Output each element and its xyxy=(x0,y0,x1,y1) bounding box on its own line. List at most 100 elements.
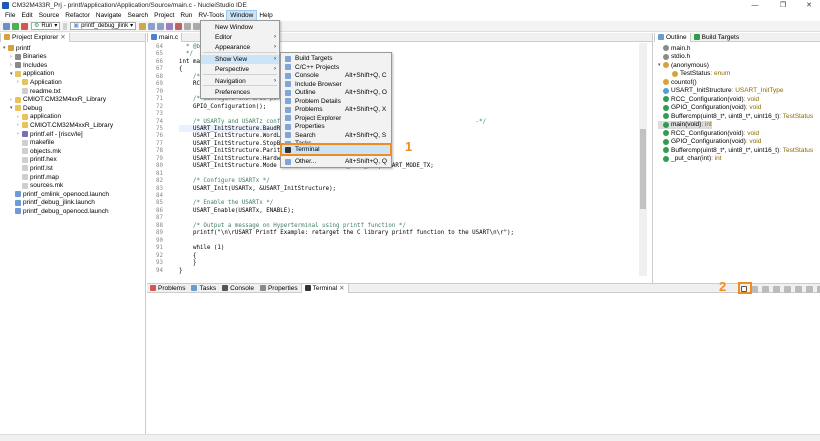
window-menu-item[interactable]: Show View › xyxy=(201,55,279,64)
code-line: GPIO_Configuration(); xyxy=(179,103,267,110)
run-mode-select[interactable]: ⚙ Run ▾ xyxy=(31,22,61,30)
tree-item[interactable]: makefile xyxy=(17,139,54,147)
tab-problems[interactable]: Problems xyxy=(147,284,188,293)
menu-source[interactable]: Source xyxy=(36,11,63,21)
tab-build-targets[interactable]: Build Targets xyxy=(691,33,742,42)
menu-separator xyxy=(203,85,277,86)
menu-navigate[interactable]: Navigate xyxy=(93,11,125,21)
outline-item[interactable]: TestStatus : enum xyxy=(667,70,730,78)
menu-file[interactable]: File xyxy=(2,11,18,21)
file-icon xyxy=(22,122,28,129)
tree-item[interactable]: printf.lst xyxy=(17,164,53,172)
outline-item[interactable]: main(void) : int xyxy=(658,120,712,129)
tab-terminal[interactable]: Terminal ✕ xyxy=(300,283,349,293)
file-icon xyxy=(15,191,21,198)
tree-item[interactable]: printf_cmlink_openocd.launch xyxy=(10,190,109,198)
outline-item[interactable]: USART_InitStructure : USART_InitType xyxy=(658,87,783,95)
menu-edit[interactable]: Edit xyxy=(18,11,35,21)
editor-scrollbar[interactable] xyxy=(639,43,647,276)
tab-outline[interactable]: Outline xyxy=(654,32,691,42)
symbol-icon xyxy=(663,45,669,51)
separator-icon xyxy=(63,22,68,30)
tree-item[interactable]: printf.hex xyxy=(17,156,57,164)
tree-item[interactable]: › CMIOT.CM32M4xxR_Library xyxy=(17,121,113,129)
window-menu-item[interactable]: Editor › xyxy=(201,33,279,42)
scrollbar-thumb[interactable] xyxy=(640,129,646,209)
new-icon[interactable] xyxy=(139,22,147,30)
outline-item[interactable]: RCC_Configuration(void) : void xyxy=(658,95,759,103)
outline-item[interactable]: Buffercmp(uint8_t*, uint8_t*, uint16_t) … xyxy=(658,112,813,120)
menu-project[interactable]: Project xyxy=(151,11,177,21)
tool-icon[interactable] xyxy=(784,285,791,293)
outline-item[interactable]: main.h xyxy=(658,44,691,52)
outline-item[interactable]: countof() xyxy=(658,78,697,86)
tab-main-c[interactable]: main.c xyxy=(147,32,183,42)
tree-item[interactable]: › Application xyxy=(17,78,62,86)
tool-icon[interactable] xyxy=(184,22,192,30)
menu-search[interactable]: Search xyxy=(125,11,152,21)
launch-config-select[interactable]: ▣ printf_debug_jlink ▾ xyxy=(70,22,137,30)
tree-item[interactable]: objects.mk xyxy=(17,147,61,155)
maximize-button[interactable]: ❐ xyxy=(772,0,794,11)
tab-properties[interactable]: Properties xyxy=(257,284,301,293)
save-all-icon[interactable] xyxy=(157,22,165,30)
tab-project-explorer[interactable]: Project Explorer ✕ xyxy=(0,32,70,42)
outline-item[interactable]: Buffercmp(uint8_t*, uint8_t*, uint16_t) … xyxy=(658,146,813,154)
menu-refactor[interactable]: Refactor xyxy=(62,11,93,21)
outline-item[interactable]: RCC_Configuration(void) : void xyxy=(658,129,759,137)
tool-icon[interactable] xyxy=(751,285,758,293)
tree-item[interactable]: ▾ application xyxy=(10,70,54,78)
menu-bar: File Edit Source Refactor Navigate Searc… xyxy=(0,10,820,22)
tool-icon[interactable] xyxy=(773,285,780,293)
tree-item[interactable]: › Binaries xyxy=(10,53,46,61)
tree-item[interactable]: › Includes xyxy=(10,61,47,69)
build-icon[interactable] xyxy=(166,22,174,30)
outline-item[interactable]: GPIO_Configuration(void) : void xyxy=(658,104,761,112)
view-icon xyxy=(285,132,291,138)
outline-item[interactable]: ▾ (anonymous) xyxy=(658,61,709,69)
tree-item[interactable]: › CMIOT.CM32M4xxR_Library xyxy=(10,96,106,104)
tool-icon[interactable] xyxy=(762,285,769,293)
tasks-tab-label: Tasks xyxy=(199,284,217,292)
outline-item[interactable]: GPIO_Configuration(void) : void xyxy=(658,138,761,146)
debug-icon[interactable] xyxy=(175,22,183,30)
status-bar xyxy=(0,434,820,441)
tree-item[interactable]: ▾ Debug xyxy=(10,104,42,112)
tree-item[interactable]: printf_debug_jlink.launch xyxy=(10,199,95,207)
window-menu-item[interactable]: Appearance › xyxy=(201,43,279,52)
close-icon[interactable]: ✕ xyxy=(339,284,344,292)
tree-item[interactable]: sources.mk xyxy=(17,182,63,190)
menu-run[interactable]: Run xyxy=(177,11,195,21)
window-menu-item[interactable]: New Window xyxy=(201,23,279,32)
tab-console[interactable]: Console xyxy=(219,284,257,293)
hammer-icon[interactable] xyxy=(3,22,10,30)
tree-item[interactable]: ▾ printf xyxy=(3,44,30,52)
outline-item-label: (anonymous) xyxy=(671,61,709,69)
close-icon[interactable]: ✕ xyxy=(60,33,65,41)
save-icon[interactable] xyxy=(148,22,156,30)
window-menu-item[interactable]: Preferences xyxy=(201,88,279,97)
show-view-item[interactable]: Other... Alt+Shift+Q, Q xyxy=(281,157,391,166)
outline-item[interactable]: stdio.h xyxy=(658,53,690,61)
minimize-button[interactable]: — xyxy=(744,0,766,11)
divider xyxy=(145,33,146,441)
line-number: 74 xyxy=(156,118,163,125)
run-icon[interactable] xyxy=(12,22,19,30)
outline-item[interactable]: _put_char(int) : int xyxy=(658,155,722,163)
terminal-area[interactable] xyxy=(147,294,820,434)
tab-tasks[interactable]: Tasks xyxy=(188,284,219,293)
tree-item[interactable]: › printf.elf - [riscv/le] xyxy=(17,130,83,138)
outline-item-label: TestStatus xyxy=(680,70,711,77)
close-button[interactable]: ✕ xyxy=(798,0,820,11)
tree-item[interactable]: readme.txt xyxy=(17,87,61,95)
tree-item[interactable]: printf_debug_openocd.launch xyxy=(10,207,109,215)
view-icon xyxy=(285,123,291,130)
code-line: USART_InitStructure.WordLe xyxy=(179,133,284,140)
line-number: 87 xyxy=(156,215,163,222)
window-menu-item[interactable]: Perspective › xyxy=(201,65,279,74)
tool-icon[interactable] xyxy=(806,285,813,293)
tree-item[interactable]: printf.map xyxy=(17,173,59,181)
tool-icon[interactable] xyxy=(795,285,802,293)
stop-icon[interactable] xyxy=(21,22,28,30)
tree-item[interactable]: › application xyxy=(17,113,61,121)
